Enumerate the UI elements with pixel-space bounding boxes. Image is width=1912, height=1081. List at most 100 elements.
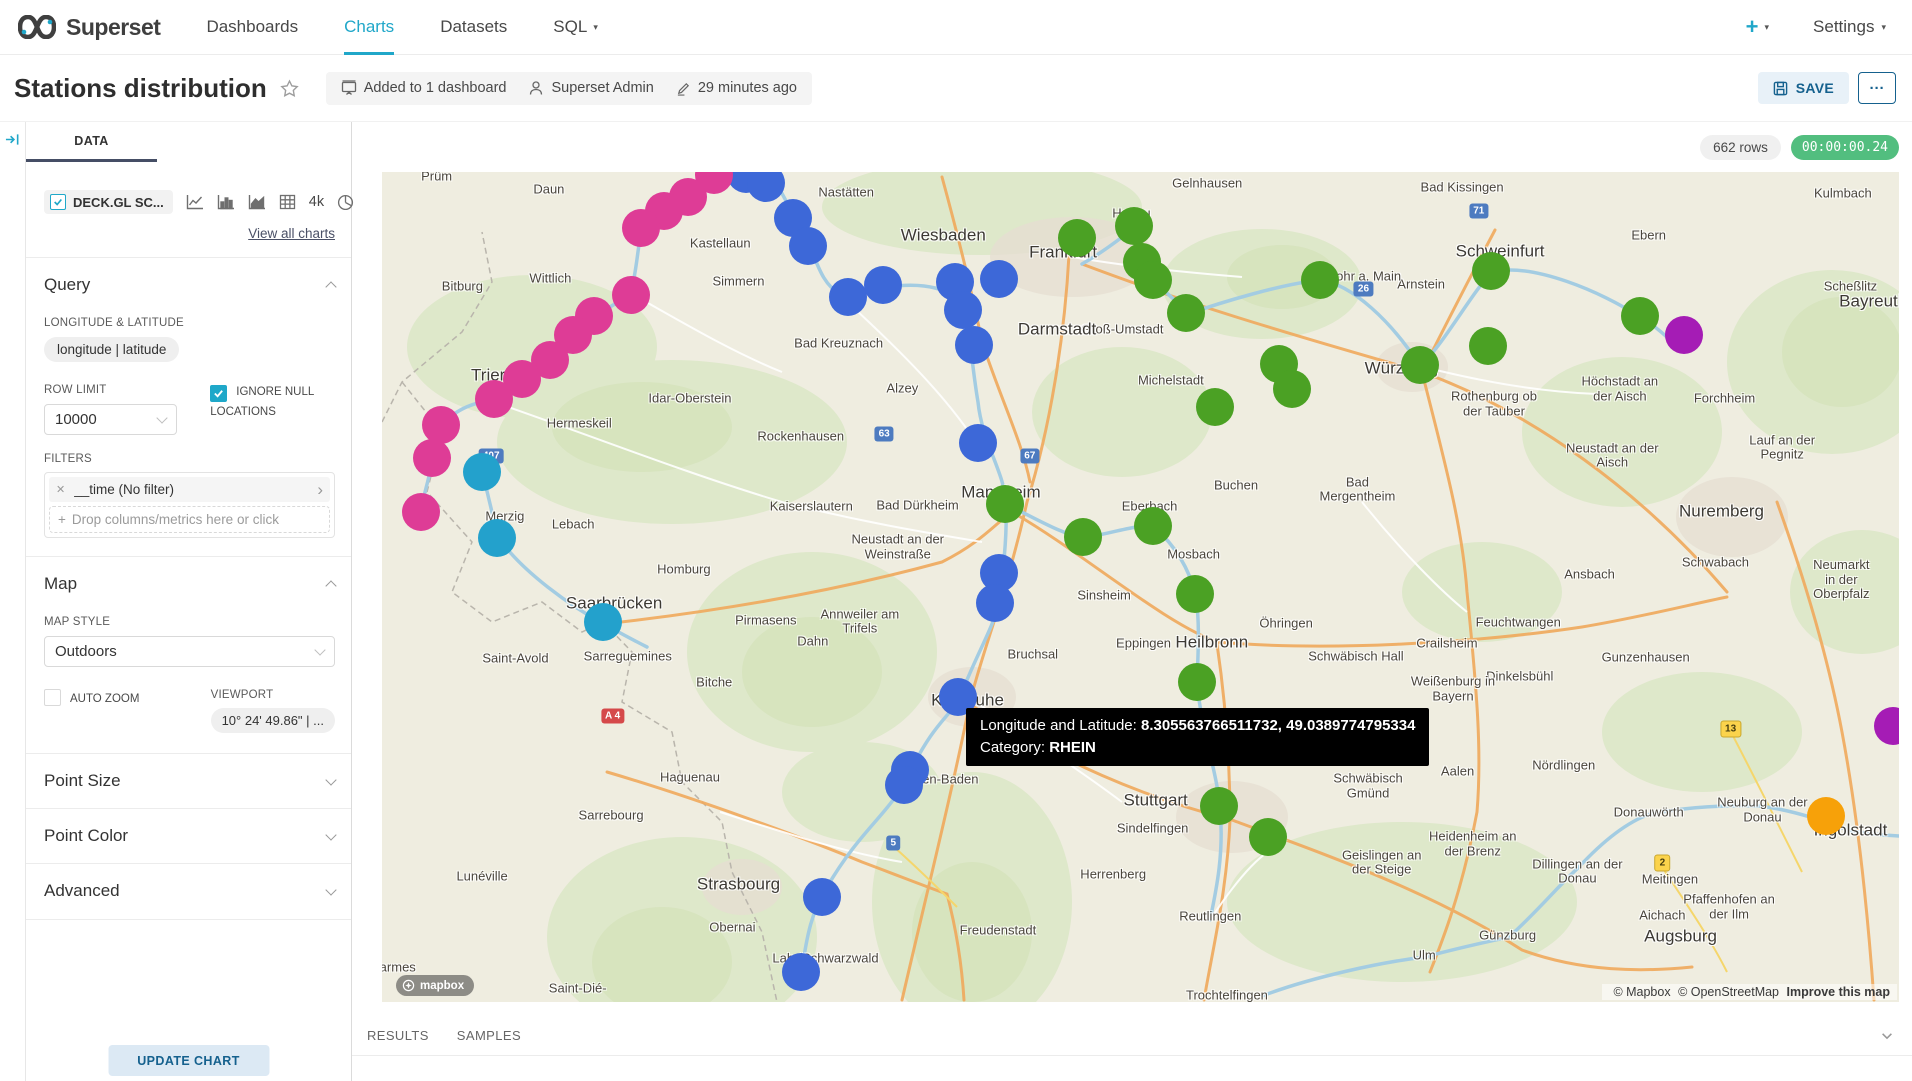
viz-type-chip[interactable]: DECK.GL SC... (44, 190, 173, 214)
map-point-purple[interactable] (1665, 316, 1703, 354)
map-section-header[interactable]: Map (44, 574, 335, 594)
map-point-royal-blue[interactable] (829, 278, 867, 316)
map-point-green[interactable] (1200, 787, 1238, 825)
view-all-charts-link[interactable]: View all charts (248, 226, 335, 241)
map-point-green[interactable] (1064, 518, 1102, 556)
map-point-green[interactable] (1134, 261, 1172, 299)
map-point-green[interactable] (1249, 818, 1287, 856)
point-color-section: Point Color (26, 826, 351, 846)
more-options-button[interactable]: ··· (1858, 72, 1896, 104)
osm-attribution-link[interactable]: © OpenStreetMap (1678, 985, 1779, 999)
auto-zoom-checkbox[interactable] (44, 689, 61, 706)
plus-icon: + (1746, 16, 1759, 38)
chart-area: 662 rows 00:00:00.24 (352, 122, 1912, 1081)
map-point-magenta[interactable] (413, 439, 451, 477)
tab-data[interactable]: DATA (26, 122, 157, 162)
map-section: Map MAP STYLE Outdoors AUTO ZOOM VIEWPOR… (26, 574, 351, 733)
tab-results[interactable]: RESULTS (367, 1028, 429, 1043)
map-point-cyan[interactable] (584, 603, 622, 641)
map-point-royal-blue[interactable] (782, 953, 820, 991)
last-modified[interactable]: 29 minutes ago (676, 80, 797, 96)
map-point-green[interactable] (1115, 207, 1153, 245)
map-point-magenta[interactable] (402, 493, 440, 531)
map-point-royal-blue[interactable] (864, 266, 902, 304)
save-button[interactable]: SAVE (1758, 72, 1849, 104)
update-chart-button[interactable]: UPDATE CHART (108, 1045, 269, 1076)
map-point-purple[interactable] (1874, 707, 1899, 745)
mapbox-logo[interactable]: mapbox (396, 975, 474, 996)
map-point-cyan[interactable] (463, 453, 501, 491)
viewport-label: VIEWPORT (211, 689, 335, 701)
nav-dashboards[interactable]: Dashboards (206, 0, 298, 55)
lonlat-chip[interactable]: longitude | latitude (44, 337, 179, 362)
map-point-magenta[interactable] (475, 380, 513, 418)
mapbox-attribution-link[interactable]: © Mapbox (1613, 985, 1670, 999)
deckgl-map[interactable]: PrümDaunNastättenGelnhausenBad Kissingen… (382, 172, 1899, 1002)
ignore-null-checkbox[interactable] (210, 385, 227, 402)
map-point-royal-blue[interactable] (803, 878, 841, 916)
table-icon[interactable] (279, 194, 296, 210)
time-filter-chip[interactable]: ✕ __time (No filter) › (49, 477, 330, 502)
map-point-green[interactable] (986, 485, 1024, 523)
map-point-green[interactable] (1469, 327, 1507, 365)
map-point-green[interactable] (1196, 388, 1234, 426)
map-point-royal-blue[interactable] (980, 260, 1018, 298)
chevron-down-icon (325, 829, 336, 840)
map-point-green[interactable] (1472, 252, 1510, 290)
map-point-royal-blue[interactable] (959, 424, 997, 462)
superset-logo[interactable]: Superset (18, 14, 160, 41)
map-point-green[interactable] (1058, 219, 1096, 257)
new-item-menu[interactable]: + ▾ (1746, 16, 1769, 38)
viewport-chip[interactable]: 10° 24' 49.86" | ... (211, 708, 335, 733)
dashboards-added[interactable]: Added to 1 dashboard (341, 80, 507, 96)
map-point-green[interactable] (1176, 575, 1214, 613)
bar-chart-icon[interactable] (217, 194, 235, 210)
settings-menu[interactable]: Settings ▾ (1813, 17, 1886, 37)
point-color-header[interactable]: Point Color (44, 826, 335, 846)
tab-samples[interactable]: SAMPLES (457, 1028, 521, 1043)
expand-panel-icon[interactable] (5, 132, 20, 147)
nav-sql[interactable]: SQL ▾ (553, 0, 598, 55)
row-limit-select[interactable]: 10000 (44, 404, 177, 435)
map-point-green[interactable] (1301, 261, 1339, 299)
auto-zoom-label: AUTO ZOOM (70, 693, 139, 705)
chart-owner: Superset Admin (528, 80, 653, 96)
line-chart-icon[interactable] (186, 194, 204, 210)
nav-datasets[interactable]: Datasets (440, 0, 507, 55)
map-point-royal-blue[interactable] (885, 766, 923, 804)
map-point-orange[interactable] (1807, 797, 1845, 835)
map-point-magenta[interactable] (612, 276, 650, 314)
filter-drop-zone[interactable]: +Drop columns/metrics here or click (49, 506, 330, 533)
remove-filter-icon[interactable]: ✕ (56, 483, 65, 496)
map-point-magenta[interactable] (622, 209, 660, 247)
map-point-royal-blue[interactable] (955, 326, 993, 364)
chevron-down-icon (325, 774, 336, 785)
map-point-green[interactable] (1401, 346, 1439, 384)
map-style-select[interactable]: Outdoors (44, 636, 335, 667)
map-point-royal-blue[interactable] (789, 227, 827, 265)
map-point-green[interactable] (1273, 370, 1311, 408)
map-point-cyan[interactable] (478, 519, 516, 557)
map-point-royal-blue[interactable] (747, 172, 785, 202)
map-point-green[interactable] (1178, 663, 1216, 701)
advanced-header[interactable]: Advanced (44, 881, 335, 901)
map-point-green[interactable] (1167, 294, 1205, 332)
favorite-star-icon[interactable] (279, 78, 300, 99)
map-point-green[interactable] (1621, 297, 1659, 335)
chevron-right-icon: › (317, 481, 323, 498)
viz-4k-option[interactable]: 4k (309, 194, 324, 210)
map-point-royal-blue[interactable] (976, 584, 1014, 622)
area-chart-icon[interactable] (248, 194, 266, 210)
collapse-results-icon[interactable] (1880, 1029, 1894, 1043)
point-size-header[interactable]: Point Size (44, 771, 335, 791)
map-point-green[interactable] (1134, 507, 1172, 545)
pie-chart-icon[interactable] (337, 194, 354, 211)
map-point-royal-blue[interactable] (944, 291, 982, 329)
improve-map-link[interactable]: Improve this map (1787, 985, 1891, 999)
nav-charts[interactable]: Charts (344, 0, 394, 55)
dashboard-icon (341, 80, 357, 96)
view-all-charts: View all charts (26, 226, 335, 241)
filters-label: FILTERS (44, 453, 335, 465)
query-section-header[interactable]: Query (44, 275, 335, 295)
chart-header: Stations distribution Added to 1 dashboa… (0, 55, 1912, 122)
